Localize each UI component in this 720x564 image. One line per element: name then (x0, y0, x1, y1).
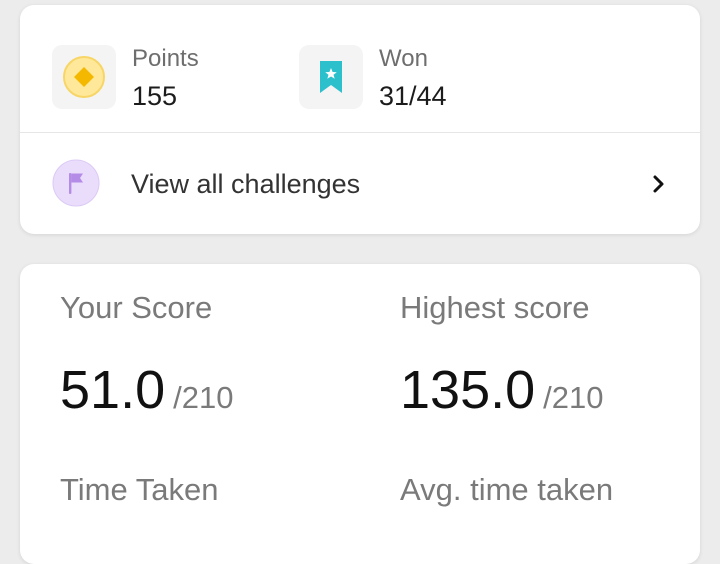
points-value: 155 (132, 81, 178, 111)
avg-time-taken-label: Avg. time taken (400, 472, 614, 507)
your-score-value: 51.0 (60, 360, 166, 420)
view-all-challenges-button[interactable]: View all challenges (20, 133, 700, 234)
flag-icon (52, 159, 100, 207)
your-score-line: 51.0/210 (60, 359, 233, 421)
bookmark-badge-icon (320, 61, 342, 93)
your-score-total: /210 (173, 380, 234, 415)
view-all-challenges-label: View all challenges (131, 169, 361, 199)
highest-score-line: 135.0/210 (400, 359, 603, 421)
chevron-right-icon (653, 175, 664, 193)
coin-icon (63, 56, 105, 98)
time-taken-label: Time Taken (60, 472, 219, 507)
highest-score-total: /210 (543, 380, 604, 415)
won-label: Won (379, 45, 428, 72)
your-score-label: Your Score (60, 290, 213, 325)
highest-score-value: 135.0 (400, 360, 536, 420)
highest-score-label: Highest score (400, 290, 590, 325)
score-card: Your Score Highest score 51.0/210 135.0/… (20, 264, 700, 564)
stats-summary-card: Points 155 Won 31/44 View all challenges (20, 5, 700, 234)
points-label: Points (132, 45, 199, 72)
won-icon-tile (299, 45, 363, 109)
points-icon-tile (52, 45, 116, 109)
won-value: 31/44 (379, 81, 447, 111)
